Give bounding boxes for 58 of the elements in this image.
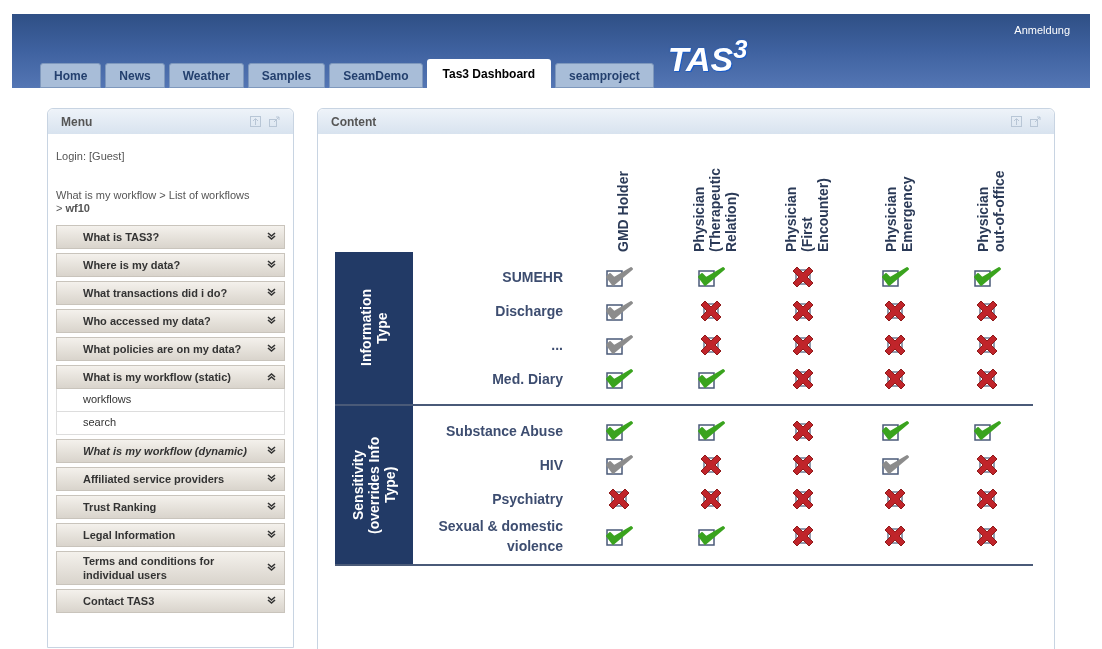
row-label: Discharge — [494, 302, 564, 321]
collapse-chevron-icon — [267, 372, 276, 381]
expand-chevron-icon — [267, 344, 276, 353]
popout-icon[interactable] — [1030, 116, 1041, 127]
menu-section[interactable]: Contact TAS3 — [56, 588, 285, 613]
panel-title: Content — [331, 113, 377, 131]
group-label: Sensitivity (overrides Info Type) — [335, 406, 413, 564]
logo: TAS$^{3}$ — [667, 42, 748, 76]
column-header: Physician (First Encounter) — [783, 177, 831, 252]
expand-chevron-icon — [267, 596, 276, 605]
collapse-icon[interactable] — [1011, 116, 1022, 127]
menu-section[interactable]: What policies are on my data? — [56, 336, 285, 361]
expand-chevron-icon — [267, 232, 276, 241]
row-label: Psychiatry — [491, 490, 564, 509]
row-label: Substance Abuse — [445, 422, 564, 441]
expand-chevron-icon — [267, 446, 276, 455]
column-header: Physician Emergency — [883, 175, 915, 252]
menu-section[interactable]: Affiliated service providers — [56, 466, 285, 491]
group-label: Information Type — [335, 252, 413, 404]
expand-chevron-icon — [267, 502, 276, 511]
nav-tab[interactable]: seamproject — [555, 63, 654, 88]
login-link[interactable]: Anmeldung — [1014, 22, 1070, 39]
nav-tab[interactable]: Tas3 Dashboard — [426, 59, 552, 88]
submenu-item[interactable]: workflows — [56, 388, 285, 412]
menu-section[interactable]: What is my workflow (static) — [56, 364, 285, 389]
menu-section[interactable]: Legal Information — [56, 522, 285, 547]
row-label: Med. Diary — [491, 370, 564, 389]
row-label: SUMEHR — [501, 268, 564, 287]
nav-tab[interactable]: News — [105, 63, 165, 88]
expand-chevron-icon — [267, 260, 276, 269]
expand-chevron-icon — [267, 530, 276, 539]
column-header: GMD Holder — [615, 170, 631, 252]
menu-section[interactable]: Trust Ranking — [56, 494, 285, 519]
menu-section[interactable]: Terms and conditions for individual users — [56, 550, 285, 585]
menu-section[interactable]: Who accessed my data? — [56, 308, 285, 333]
nav-tab[interactable]: SeamDemo — [329, 63, 423, 88]
panel-title: Menu — [61, 113, 93, 131]
column-header: Physician (Therapeutic Relation) — [691, 167, 739, 252]
column-header: Physician out-of-office — [975, 169, 1007, 252]
row-label: Sexual & domestic violence — [437, 517, 564, 556]
menu-section[interactable]: What is TAS3? — [56, 224, 285, 249]
expand-chevron-icon — [267, 316, 276, 325]
nav-tab[interactable]: Home — [40, 63, 102, 88]
menu-section[interactable]: What transactions did i do? — [56, 280, 285, 305]
collapse-icon[interactable] — [250, 116, 261, 127]
nav-tab[interactable]: Weather — [168, 63, 244, 88]
breadcrumb: What is my workflow > List of workflows > wf10 — [56, 188, 251, 215]
menu-section[interactable]: Where is my data? — [56, 252, 285, 277]
submenu-item[interactable]: search — [56, 411, 285, 435]
expand-chevron-icon — [267, 288, 276, 297]
row-label: HIV — [538, 456, 564, 475]
popout-icon[interactable] — [269, 116, 280, 127]
expand-chevron-icon — [267, 563, 276, 572]
nav-tab[interactable]: Samples — [247, 63, 326, 88]
expand-chevron-icon — [267, 474, 276, 483]
menu-section[interactable]: What is my workflow (dynamic) — [56, 438, 285, 463]
row-label: ... — [550, 336, 564, 355]
login-status: Login: [Guest] — [56, 149, 126, 164]
